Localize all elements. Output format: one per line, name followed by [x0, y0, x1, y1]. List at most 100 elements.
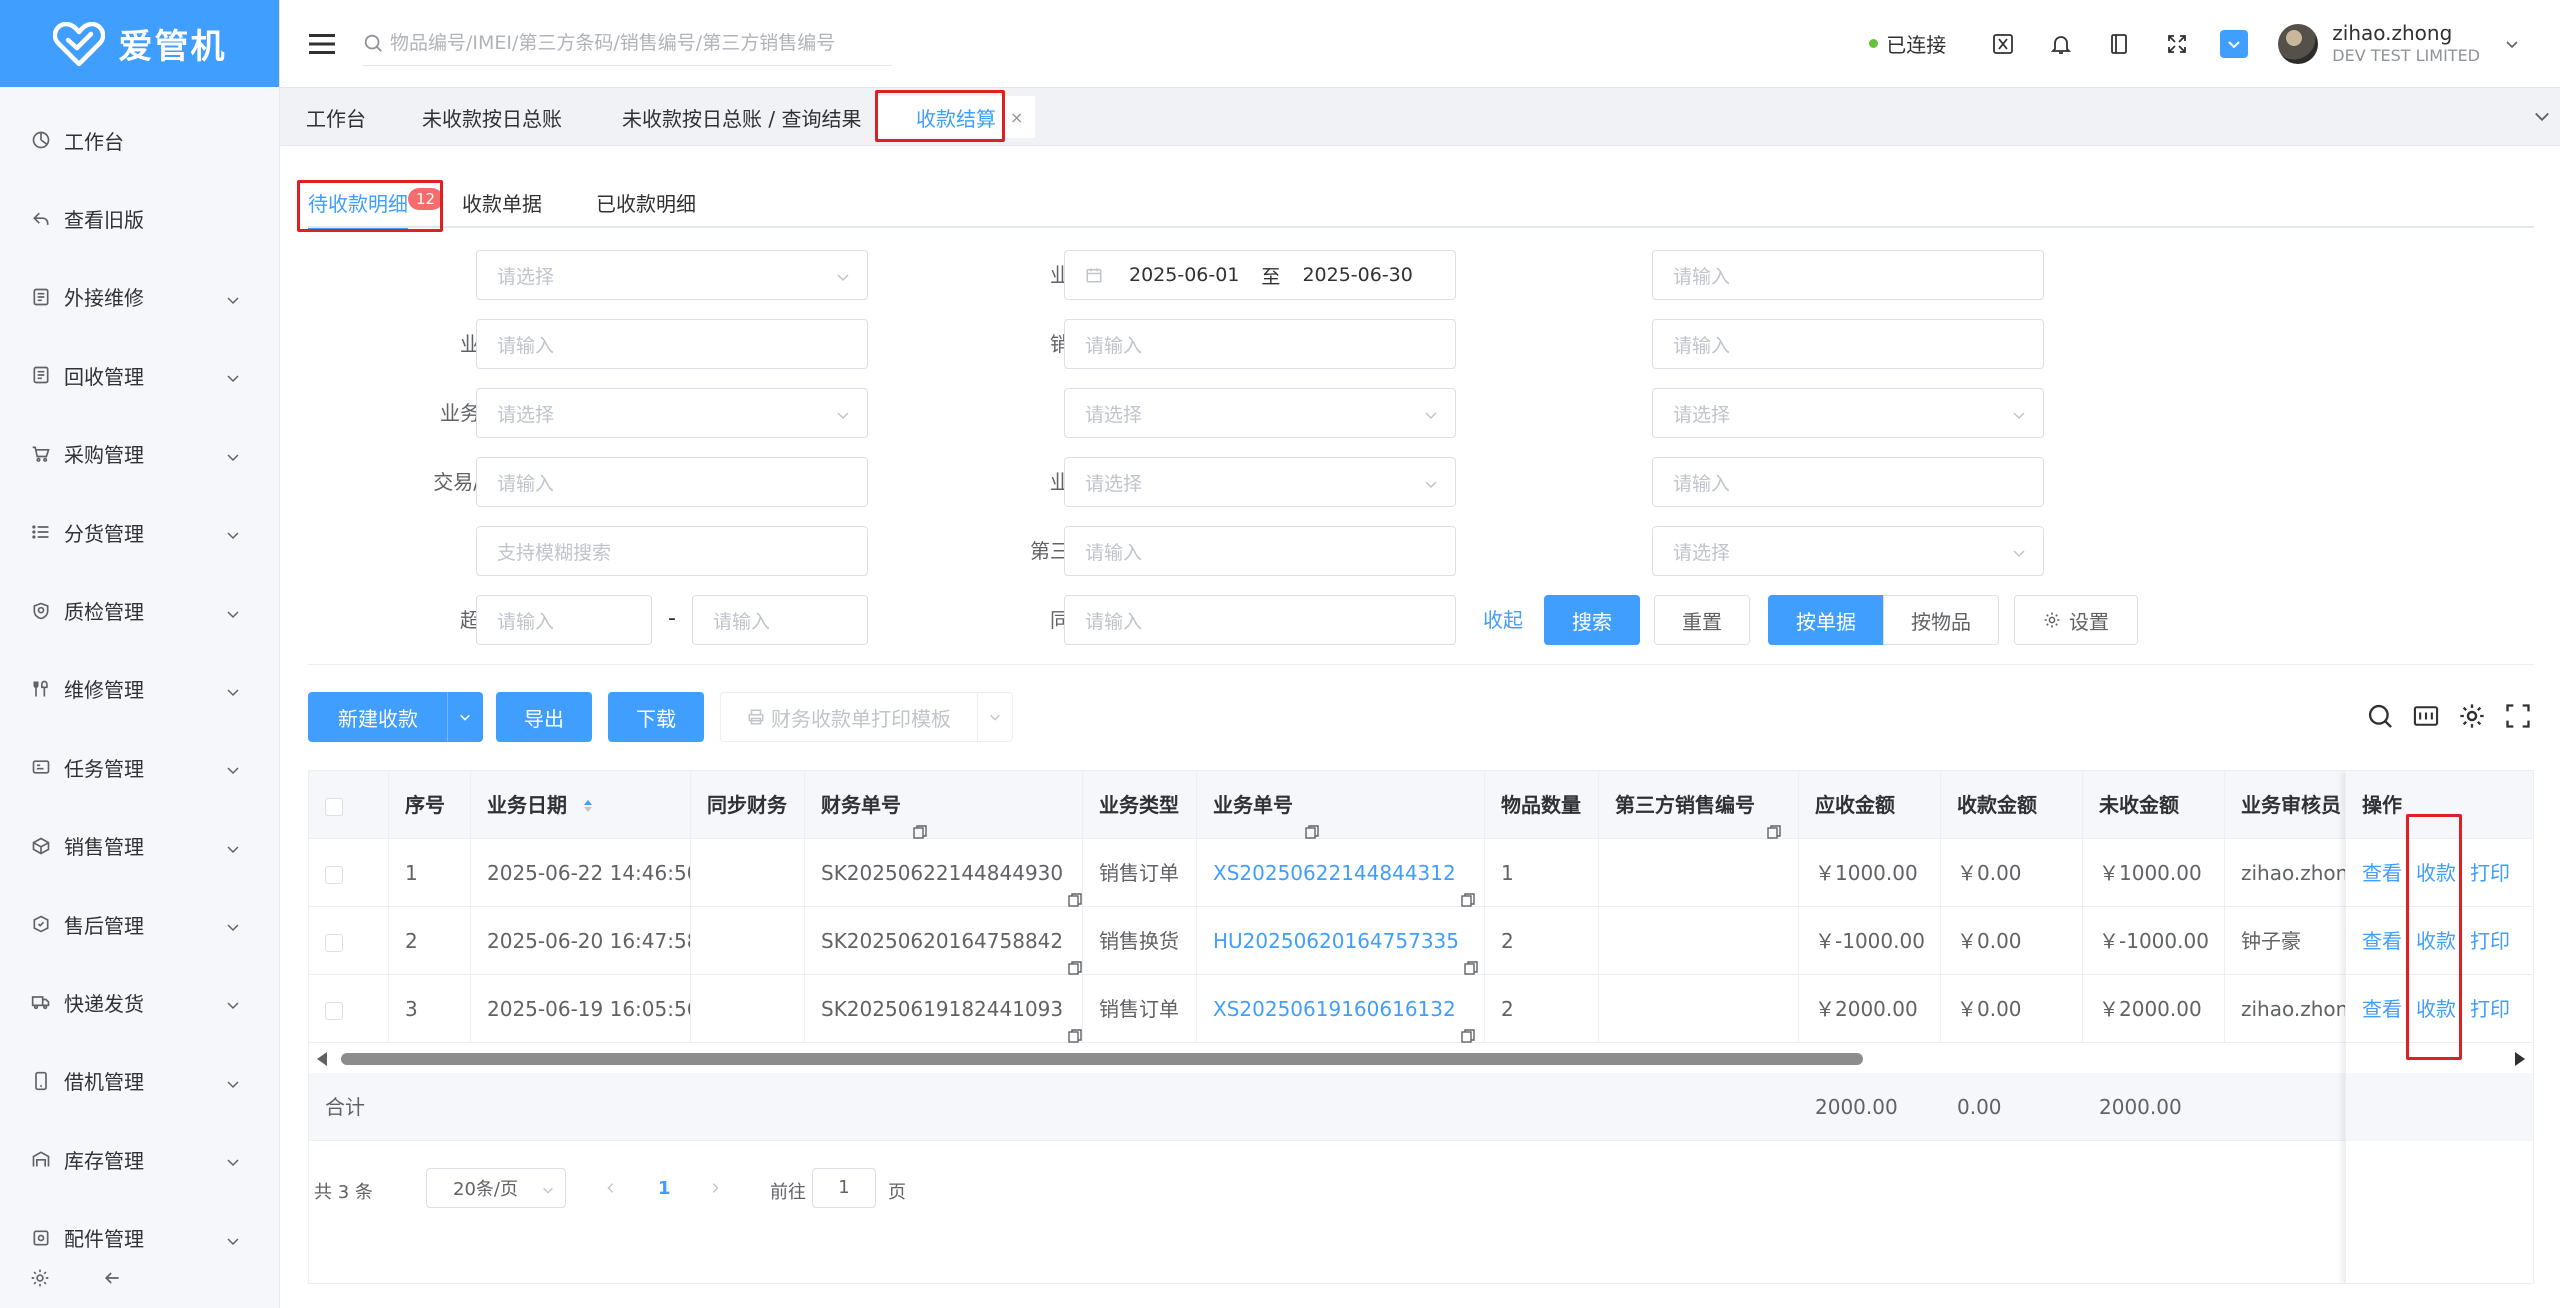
item-no-input[interactable]: 请输入 — [1652, 457, 2044, 507]
print-link[interactable]: 打印 — [2470, 997, 2510, 1021]
sidebar-item-8[interactable]: 任务管理 — [0, 728, 279, 806]
cell-biz_no[interactable]: XS20250622144844312 — [1197, 839, 1485, 907]
copy-icon[interactable] — [1067, 1003, 1082, 1043]
sidebar-item-5[interactable]: 分货管理 — [0, 493, 279, 571]
fullscreen-icon[interactable] — [2504, 702, 2532, 730]
print-link[interactable]: 打印 — [2470, 929, 2510, 953]
view-link[interactable]: 查看 — [2362, 929, 2402, 953]
next-page-icon[interactable] — [708, 1180, 722, 1201]
tag-unpaid-daily[interactable]: 未收款按日总账 — [422, 96, 562, 138]
select-all-cell[interactable] — [309, 771, 389, 839]
row-checkbox[interactable] — [325, 1001, 343, 1020]
tab-pending-receipt-detail[interactable]: 待收款明细 — [308, 176, 408, 230]
view-link[interactable]: 查看 — [2362, 861, 2402, 885]
sales-no-input[interactable]: 请输入 — [1064, 319, 1456, 369]
overdue-days-from[interactable]: 请输入 — [476, 595, 652, 645]
settings-button[interactable]: 设置 — [2014, 595, 2138, 645]
new-receipt-dropdown[interactable] — [447, 692, 483, 742]
download-button[interactable]: 下载 — [608, 692, 704, 742]
col-biz-date[interactable]: 业务日期 — [471, 771, 691, 839]
start-date[interactable]: 2025-06-01 — [1129, 264, 1239, 286]
copy-icon[interactable] — [1766, 799, 1782, 839]
page-size-select[interactable]: 20条/页 — [426, 1168, 566, 1208]
sort-icon[interactable] — [582, 773, 594, 840]
row-select-cell[interactable] — [309, 907, 389, 975]
page-1[interactable]: 1 — [658, 1178, 671, 1199]
scroll-right-arrow-icon[interactable] — [2515, 1052, 2525, 1066]
logo[interactable]: 爱管机 — [0, 0, 279, 87]
scrollbar-thumb[interactable] — [341, 1053, 1863, 1065]
reset-button[interactable]: 重置 — [1654, 595, 1750, 645]
chevron-down-icon[interactable] — [2532, 106, 2552, 126]
goto-page-input[interactable]: 1 — [812, 1168, 876, 1208]
view-link[interactable]: 查看 — [2362, 997, 2402, 1021]
collect-link[interactable]: 收款 — [2416, 861, 2456, 885]
sidebar-item-9[interactable]: 销售管理 — [0, 807, 279, 885]
cell-value[interactable]: HU20250620164757335 — [1213, 929, 1459, 953]
search-icon[interactable] — [2366, 702, 2394, 730]
copy-icon[interactable] — [1460, 1003, 1476, 1043]
select-all-checkbox[interactable] — [325, 797, 343, 816]
gear-icon[interactable] — [2458, 702, 2486, 730]
cell-value[interactable]: XS20250622144844312 — [1213, 861, 1456, 885]
trade-no-input[interactable]: 请输入 — [476, 457, 868, 507]
overdue-days-to[interactable]: 请输入 — [692, 595, 868, 645]
global-search-input[interactable] — [390, 32, 892, 54]
tag-unpaid-daily-result[interactable]: 未收款按日总账 / 查询结果 — [622, 96, 861, 138]
new-receipt-button[interactable]: 新建收款 — [308, 692, 448, 742]
search-button[interactable]: 搜索 — [1544, 595, 1640, 645]
close-icon[interactable]: × — [1010, 108, 1023, 127]
auditor-select[interactable]: 请选择 — [476, 388, 868, 438]
sidebar-item-7[interactable]: 维修管理 — [0, 650, 279, 728]
column-width-icon[interactable] — [2412, 702, 2440, 730]
end-date[interactable]: 2025-06-30 — [1302, 264, 1412, 286]
cell-biz_no[interactable]: XS20250619160616132 — [1197, 975, 1485, 1043]
notebook-icon[interactable] — [2104, 29, 2134, 59]
tag-workbench[interactable]: 工作台 — [306, 96, 366, 138]
cell-value[interactable]: XS20250619160616132 — [1213, 997, 1456, 1021]
tab-receipt-documents[interactable]: 收款单据 — [462, 176, 542, 228]
row-checkbox[interactable] — [325, 865, 343, 884]
biz-type-select[interactable]: 请选择 — [1064, 457, 1456, 507]
sidebar-item-13[interactable]: 库存管理 — [0, 1120, 279, 1198]
copy-icon[interactable] — [1460, 867, 1476, 907]
customer-select[interactable]: 请选择 — [476, 250, 868, 300]
collapse-sidebar-icon[interactable] — [102, 1268, 122, 1292]
sidebar-item-11[interactable]: 快递发货 — [0, 963, 279, 1041]
copy-icon[interactable] — [912, 799, 928, 839]
sidebar-item-10[interactable]: 售后管理 — [0, 885, 279, 963]
dropdown-square-icon[interactable] — [2220, 29, 2249, 58]
tag-payment-settlement[interactable]: 收款结算 × — [878, 96, 1036, 138]
bell-icon[interactable] — [2046, 29, 2076, 59]
sidebar-item-6[interactable]: 质检管理 — [0, 571, 279, 649]
sidebar-item-14[interactable]: 配件管理 — [0, 1198, 279, 1276]
sync-finance-input[interactable]: 请输入 — [1064, 595, 1456, 645]
print-link[interactable]: 打印 — [2470, 861, 2510, 885]
print-template-dropdown[interactable] — [977, 692, 1013, 742]
tab-received-detail[interactable]: 已收款明细 — [596, 176, 696, 228]
copy-icon[interactable] — [1304, 799, 1320, 839]
sidebar-item-3[interactable]: 回收管理 — [0, 336, 279, 414]
third-barcode-input[interactable]: 请输入 — [1064, 526, 1456, 576]
horizontal-scrollbar[interactable] — [309, 1045, 2345, 1073]
by-document-button[interactable]: 按单据 — [1768, 595, 1884, 645]
cell-biz_no[interactable]: HU20250620164757335 — [1197, 907, 1485, 975]
doc-status-select[interactable]: 请选择 — [1652, 526, 2044, 576]
biz-no-input[interactable]: 请输入 — [476, 319, 868, 369]
scroll-left-arrow-icon[interactable] — [317, 1052, 327, 1066]
row-checkbox[interactable] — [325, 933, 343, 952]
collect-link[interactable]: 收款 — [2416, 997, 2456, 1021]
collapse-filters-link[interactable]: 收起 — [1483, 595, 1523, 645]
third-sales-no-input[interactable]: 请输入 — [1652, 319, 2044, 369]
collect-link[interactable]: 收款 — [2416, 929, 2456, 953]
row-select-cell[interactable] — [309, 975, 389, 1043]
sidebar-item-4[interactable]: 采购管理 — [0, 415, 279, 493]
copy-icon[interactable] — [1067, 935, 1082, 975]
export-button[interactable]: 导出 — [496, 692, 592, 742]
sidebar-item-2[interactable]: 外接维修 — [0, 258, 279, 336]
settings-gear-icon[interactable] — [30, 1268, 50, 1292]
sidebar-item-12[interactable]: 借机管理 — [0, 1042, 279, 1120]
copy-icon[interactable] — [1067, 867, 1082, 907]
sidebar-item-1[interactable]: 查看旧版 — [0, 179, 279, 257]
fullscreen-icon[interactable] — [2162, 29, 2192, 59]
